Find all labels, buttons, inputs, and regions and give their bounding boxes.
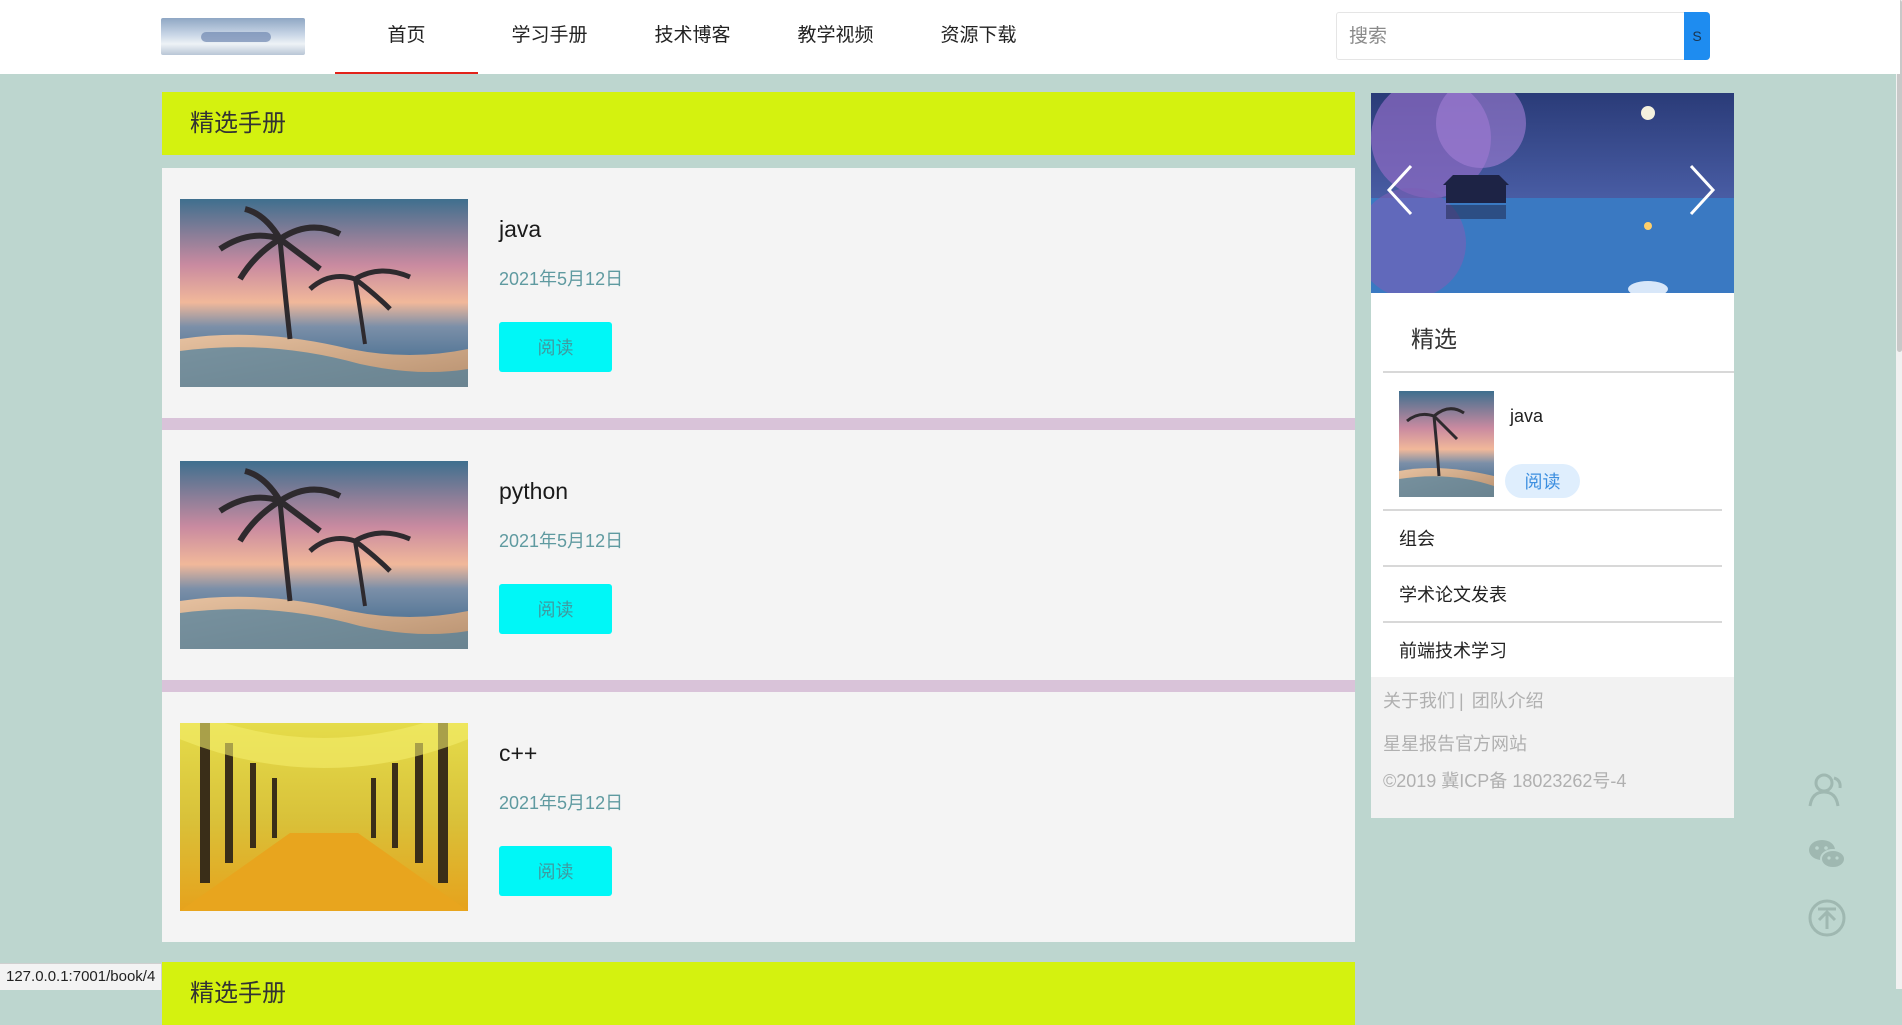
carousel-prev-icon[interactable] xyxy=(1385,163,1415,217)
nav-item-downloads[interactable]: 资源下载 xyxy=(907,0,1050,74)
search-input[interactable] xyxy=(1347,21,1671,53)
card-title[interactable]: python xyxy=(499,478,568,505)
footer-links: 关于我们 | 团队介绍 xyxy=(1383,687,1544,713)
sidebar-link-paper-publishing[interactable]: 学术论文发表 xyxy=(1383,567,1722,623)
read-button[interactable]: 阅读 xyxy=(499,846,612,896)
image-carousel[interactable] xyxy=(1371,93,1734,293)
sidebar-footer: 关于我们 | 团队介绍 星星报告官方网站 ©2019 冀ICP备 18023262号… xyxy=(1371,677,1734,818)
card-date: 2021年5月12日 xyxy=(499,793,624,813)
featured-item: java 阅读 xyxy=(1383,373,1722,511)
nav-item-home[interactable]: 首页 xyxy=(335,0,478,74)
carousel-image-night-lake xyxy=(1371,93,1734,293)
main-nav: 首页 学习手册 技术博客 教学视频 资源下载 xyxy=(335,0,1050,74)
official-site-link[interactable]: 星星报告官方网站 xyxy=(1383,730,1527,756)
wechat-icon[interactable] xyxy=(1807,835,1847,875)
nav-item-videos[interactable]: 教学视频 xyxy=(764,0,907,74)
search-button[interactable]: S xyxy=(1684,12,1710,60)
card-thumbnail-golden-avenue[interactable] xyxy=(180,723,468,911)
panel-title: 精选 xyxy=(1383,293,1734,373)
section-title: 精选手册 xyxy=(162,92,1355,155)
manual-card: java 2021年5月12日 阅读 xyxy=(162,168,1355,430)
card-thumbnail-palm-beach[interactable] xyxy=(180,461,468,649)
manual-card: python 2021年5月12日 阅读 xyxy=(162,430,1355,692)
featured-read-button[interactable]: 阅读 xyxy=(1505,464,1580,498)
nav-item-manuals[interactable]: 学习手册 xyxy=(478,0,621,74)
logo-image[interactable] xyxy=(161,18,305,55)
read-button[interactable]: 阅读 xyxy=(499,322,612,372)
featured-panel: 精选 java 阅读 组会 学术论文发表 前端技术学习 xyxy=(1371,293,1734,677)
about-us-link[interactable]: 关于我们 xyxy=(1383,691,1455,711)
sidebar-link-frontend-learning[interactable]: 前端技术学习 xyxy=(1383,623,1722,677)
icp-record: ©2019 冀ICP备 18023262号-4 xyxy=(1383,771,1627,791)
card-title[interactable]: c++ xyxy=(499,740,537,767)
search-box: S xyxy=(1336,12,1710,60)
sidebar-link-group-meeting[interactable]: 组会 xyxy=(1383,511,1722,567)
carousel-next-icon[interactable] xyxy=(1687,163,1717,217)
status-bar-url: 127.0.0.1:7001/book/4 xyxy=(0,963,163,990)
featured-title[interactable]: java xyxy=(1510,406,1543,427)
card-thumbnail-palm-beach[interactable] xyxy=(180,199,468,387)
top-navigation-bar: 首页 学习手册 技术博客 教学视频 资源下载 S xyxy=(0,0,1900,74)
footer-separator: | xyxy=(1459,691,1464,711)
card-date: 2021年5月12日 xyxy=(499,531,624,551)
sidebar: 精选 java 阅读 组会 学术论文发表 前端技术学习 关于我们 | 团队介绍 星星… xyxy=(1371,93,1734,818)
featured-thumbnail[interactable] xyxy=(1399,391,1494,497)
manual-card: c++ 2021年5月12日 阅读 xyxy=(162,692,1355,942)
read-button[interactable]: 阅读 xyxy=(499,584,612,634)
back-to-top-icon[interactable] xyxy=(1807,898,1847,938)
manual-list: java 2021年5月12日 阅读 python 2021年5月12日 阅读 xyxy=(162,168,1355,942)
contact-icon[interactable] xyxy=(1807,770,1847,810)
nav-item-blog[interactable]: 技术博客 xyxy=(621,0,764,74)
card-title[interactable]: java xyxy=(499,216,541,243)
section-title: 精选手册 xyxy=(162,962,1355,1025)
team-intro-link[interactable]: 团队介绍 xyxy=(1472,691,1544,711)
card-date: 2021年5月12日 xyxy=(499,269,624,289)
main-content: 精选手册 java 2021年5月12日 阅读 python 2021年5月12… xyxy=(162,92,1355,1025)
